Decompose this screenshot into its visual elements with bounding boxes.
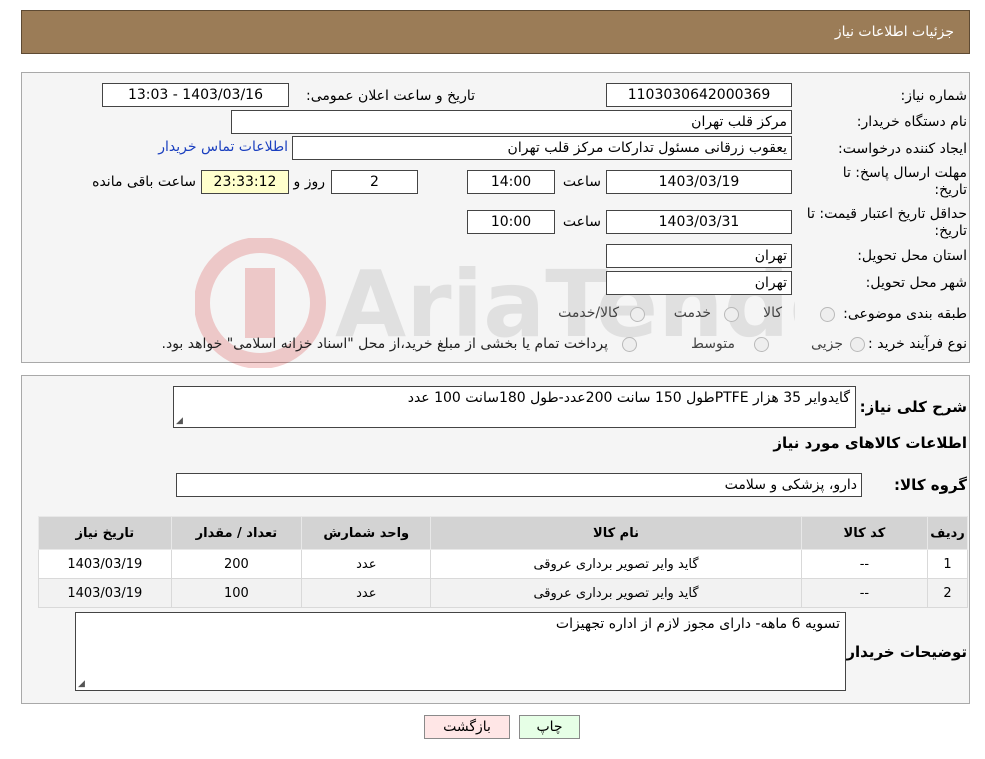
deadline-label: مهلت ارسال پاسخ: تا [842, 165, 967, 181]
page-header: جزئیات اطلاعات نیاز [21, 10, 970, 54]
process-option-minor: جزیی [811, 336, 843, 352]
buyer-notes-textarea[interactable]: تسویه 6 ماهه- دارای مجوز لازم از اداره ت… [75, 612, 846, 691]
process-type-label: نوع فرآیند خرید : [868, 336, 967, 352]
deadline-label-date: تاریخ: [934, 182, 967, 198]
cell-quantity: 100 [170, 578, 303, 608]
treasury-payment-checkbox[interactable] [622, 337, 637, 352]
col-need-date: تاریخ نیاز [38, 516, 172, 550]
validity-label: حداقل تاریخ اعتبار قیمت: تا [806, 206, 967, 222]
city-field: تهران [606, 271, 792, 295]
cell-goods-name: گاید وایر تصویر برداری عروقی [430, 549, 802, 579]
announce-datetime-label: تاریخ و ساعت اعلان عمومی: [306, 88, 475, 104]
cell-need-date: 1403/03/19 [38, 549, 172, 579]
category-label: طبقه بندی موضوعی: [843, 306, 967, 322]
description-label: شرح کلی نیاز: [859, 398, 967, 416]
cell-need-date: 1403/03/19 [38, 578, 172, 608]
buyer-org-field: مرکز قلب تهران [231, 110, 792, 134]
creator-field: یعقوب زرقانی مسئول تدارکات مرکز قلب تهرا… [292, 136, 792, 160]
validity-date-field: 1403/03/31 [606, 210, 792, 234]
remaining-time-label: ساعت باقی مانده [92, 174, 196, 190]
cell-row-number: 2 [927, 578, 968, 608]
process-radio-minor[interactable] [850, 337, 865, 352]
remaining-time-field: 23:33:12 [201, 170, 289, 194]
treasury-payment-note: پرداخت تمام یا بخشی از مبلغ خرید،از محل … [161, 336, 608, 352]
category-radio-goods[interactable] [820, 307, 835, 322]
resize-grip-icon[interactable]: ◢ [176, 416, 183, 426]
cell-quantity: 200 [170, 549, 303, 579]
goods-info-title: اطلاعات کالاهای مورد نیاز [773, 434, 967, 452]
resize-grip-icon[interactable]: ◢ [78, 679, 85, 689]
buyer-notes-text: تسویه 6 ماهه- دارای مجوز لازم از اداره ت… [555, 616, 840, 632]
days-label: روز و [293, 174, 326, 190]
col-unit: واحد شمارش [301, 516, 432, 550]
goods-group-label: گروه کالا: [894, 476, 967, 494]
col-goods-code: کد کالا [800, 516, 929, 550]
deadline-time-label: ساعت [562, 174, 601, 190]
cell-goods-code: -- [800, 578, 929, 608]
back-button[interactable]: بازگشت [424, 715, 510, 739]
validity-time-label: ساعت [562, 214, 601, 230]
validity-label-date: تاریخ: [934, 223, 967, 239]
category-radio-service[interactable] [724, 307, 739, 322]
creator-label: ایجاد کننده درخواست: [838, 141, 967, 157]
table-header-row: ردیف کد کالا نام کالا واحد شمارش تعداد /… [38, 516, 968, 550]
category-option-goods-service: کالا/خدمت [558, 305, 619, 321]
cell-goods-name: گاید وایر تصویر برداری عروقی [430, 578, 802, 608]
cell-row-number: 1 [927, 549, 968, 579]
need-number-label: شماره نیاز: [900, 88, 968, 104]
category-option-service: خدمت [673, 305, 711, 321]
category-option-goods: کالا [763, 305, 782, 321]
cell-goods-code: -- [800, 549, 929, 579]
description-text: گایدوایر 35 هزار PTFEطول 150 سانت 200عدد… [407, 390, 850, 406]
days-remaining-field: 2 [331, 170, 418, 194]
col-row-number: ردیف [927, 516, 968, 550]
cell-unit: عدد [301, 578, 432, 608]
validity-time-field: 10:00 [467, 210, 555, 234]
col-goods-name: نام کالا [430, 516, 802, 550]
page-title: جزئیات اطلاعات نیاز [834, 24, 954, 40]
table-row: 1 -- گاید وایر تصویر برداری عروقی عدد 20… [38, 549, 968, 579]
process-option-medium: متوسط [691, 336, 735, 352]
province-field: تهران [606, 244, 792, 268]
process-radio-medium[interactable] [754, 337, 769, 352]
goods-table: ردیف کد کالا نام کالا واحد شمارش تعداد /… [38, 516, 968, 608]
buyer-org-label: نام دستگاه خریدار: [856, 114, 967, 130]
deadline-time-field: 14:00 [467, 170, 555, 194]
category-radio-goods-service[interactable] [630, 307, 645, 322]
col-quantity: تعداد / مقدار [170, 516, 303, 550]
goods-group-field: دارو، پزشکی و سلامت [176, 473, 862, 497]
buyer-notes-label: توضیحات خریدار: [840, 643, 967, 661]
need-number-field: 1103030642000369 [606, 83, 792, 107]
print-button[interactable]: چاپ [519, 715, 580, 739]
table-row: 2 -- گاید وایر تصویر برداری عروقی عدد 10… [38, 578, 968, 608]
description-textarea[interactable]: گایدوایر 35 هزار PTFEطول 150 سانت 200عدد… [173, 386, 856, 428]
province-label: استان محل تحویل: [857, 248, 967, 264]
buyer-contact-link[interactable]: اطلاعات تماس خریدار [158, 139, 288, 155]
city-label: شهر محل تحویل: [865, 275, 967, 291]
announce-datetime-field: 1403/03/16 - 13:03 [102, 83, 289, 107]
cell-unit: عدد [301, 549, 432, 579]
deadline-date-field: 1403/03/19 [606, 170, 792, 194]
